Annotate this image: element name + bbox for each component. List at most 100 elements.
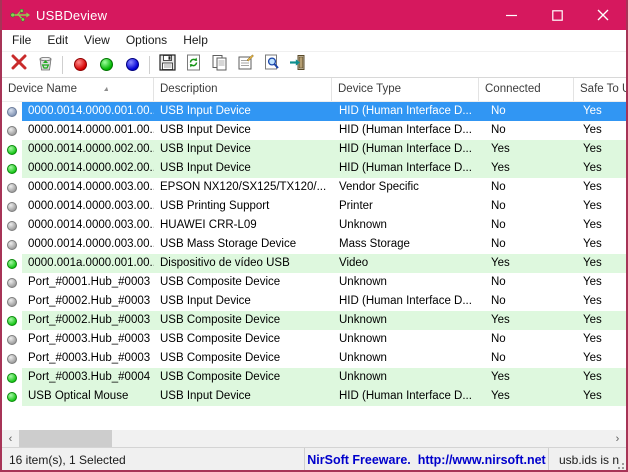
- cell-description[interactable]: USB Input Device: [154, 159, 332, 178]
- horizontal-scrollbar[interactable]: ‹ ›: [2, 430, 626, 447]
- cell-connected[interactable]: No: [479, 349, 574, 368]
- cell-device-type[interactable]: HID (Human Interface D...: [332, 121, 479, 140]
- column-header-description[interactable]: Description: [154, 78, 332, 101]
- cell-safe-to-unplug[interactable]: Yes: [574, 254, 626, 273]
- resize-grip[interactable]: [615, 460, 624, 469]
- cell-description[interactable]: USB Composite Device: [154, 330, 332, 349]
- cell-safe-to-unplug[interactable]: Yes: [574, 235, 626, 254]
- cell-device-name[interactable]: 0000.0014.0000.003.00...: [22, 235, 154, 254]
- cell-device-type[interactable]: Vendor Specific: [332, 178, 479, 197]
- cell-device-name[interactable]: Port_#0002.Hub_#0003: [22, 311, 154, 330]
- cell-description[interactable]: USB Input Device: [154, 102, 332, 121]
- red-ball-button[interactable]: [67, 53, 93, 77]
- cell-safe-to-unplug[interactable]: Yes: [574, 140, 626, 159]
- cell-description[interactable]: USB Input Device: [154, 387, 332, 406]
- cell-description[interactable]: USB Composite Device: [154, 368, 332, 387]
- cell-device-type[interactable]: HID (Human Interface D...: [332, 159, 479, 178]
- table-row[interactable]: 0000.0014.0000.002.00... USB Input Devic…: [2, 140, 626, 159]
- cell-device-name[interactable]: Port_#0001.Hub_#0003: [22, 273, 154, 292]
- scroll-left-arrow-icon[interactable]: ‹: [2, 430, 19, 447]
- table-row[interactable]: USB Optical Mouse USB Input Device HID (…: [2, 387, 626, 406]
- find-button[interactable]: [258, 53, 284, 77]
- cell-device-type[interactable]: HID (Human Interface D...: [332, 140, 479, 159]
- table-row[interactable]: Port_#0002.Hub_#0003 USB Input Device HI…: [2, 292, 626, 311]
- menu-help[interactable]: Help: [175, 30, 216, 51]
- cell-device-type[interactable]: HID (Human Interface D...: [332, 387, 479, 406]
- cell-device-type[interactable]: Unknown: [332, 368, 479, 387]
- exit-button[interactable]: [284, 53, 310, 77]
- green-ball-button[interactable]: [93, 53, 119, 77]
- cell-description[interactable]: EPSON NX120/SX125/TX120/...: [154, 178, 332, 197]
- cell-device-name[interactable]: 0000.001a.0000.001.00...: [22, 254, 154, 273]
- minimize-button[interactable]: [488, 0, 534, 30]
- table-row[interactable]: 0000.0014.0000.003.00... USB Mass Storag…: [2, 235, 626, 254]
- menu-options[interactable]: Options: [118, 30, 175, 51]
- cell-connected[interactable]: No: [479, 102, 574, 121]
- cell-safe-to-unplug[interactable]: Yes: [574, 121, 626, 140]
- cell-connected[interactable]: No: [479, 121, 574, 140]
- column-header-connected[interactable]: Connected: [479, 78, 574, 101]
- cell-safe-to-unplug[interactable]: Yes: [574, 349, 626, 368]
- table-row[interactable]: Port_#0003.Hub_#0003 USB Composite Devic…: [2, 330, 626, 349]
- cell-device-name[interactable]: Port_#0002.Hub_#0003: [22, 292, 154, 311]
- cell-connected[interactable]: No: [479, 330, 574, 349]
- cell-safe-to-unplug[interactable]: Yes: [574, 102, 626, 121]
- cell-device-name[interactable]: 0000.0014.0000.001.00...: [22, 121, 154, 140]
- cell-safe-to-unplug[interactable]: Yes: [574, 159, 626, 178]
- cell-device-name[interactable]: Port_#0003.Hub_#0004: [22, 368, 154, 387]
- cell-description[interactable]: USB Input Device: [154, 121, 332, 140]
- cell-device-type[interactable]: Unknown: [332, 216, 479, 235]
- table-row[interactable]: Port_#0003.Hub_#0004 USB Composite Devic…: [2, 368, 626, 387]
- cell-description[interactable]: USB Composite Device: [154, 273, 332, 292]
- table-row[interactable]: 0000.0014.0000.001.00... USB Input Devic…: [2, 102, 626, 121]
- menu-edit[interactable]: Edit: [39, 30, 76, 51]
- scroll-right-arrow-icon[interactable]: ›: [609, 430, 626, 447]
- cell-device-name[interactable]: 0000.0014.0000.003.00...: [22, 178, 154, 197]
- scrollbar-thumb[interactable]: [19, 430, 112, 447]
- disconnect-device-button[interactable]: [6, 53, 32, 77]
- column-header-safe-to-unplug[interactable]: Safe To Unplug: [574, 78, 626, 101]
- cell-description[interactable]: USB Mass Storage Device: [154, 235, 332, 254]
- cell-description[interactable]: USB Composite Device: [154, 311, 332, 330]
- refresh-button[interactable]: [180, 53, 206, 77]
- cell-description[interactable]: USB Composite Device: [154, 349, 332, 368]
- close-button[interactable]: [580, 0, 626, 30]
- save-button[interactable]: [154, 53, 180, 77]
- cell-device-name[interactable]: 0000.0014.0000.003.00...: [22, 197, 154, 216]
- cell-safe-to-unplug[interactable]: Yes: [574, 311, 626, 330]
- column-header-device-name[interactable]: Device Name ▲: [2, 78, 154, 101]
- cell-safe-to-unplug[interactable]: Yes: [574, 292, 626, 311]
- cell-description[interactable]: USB Input Device: [154, 140, 332, 159]
- cell-device-name[interactable]: 0000.0014.0000.002.00...: [22, 140, 154, 159]
- nirsoft-link[interactable]: NirSoft Freeware. http://www.nirsoft.net: [307, 453, 545, 467]
- cell-safe-to-unplug[interactable]: Yes: [574, 197, 626, 216]
- copy-button[interactable]: [206, 53, 232, 77]
- uninstall-device-button[interactable]: [32, 53, 58, 77]
- cell-device-name[interactable]: USB Optical Mouse: [22, 387, 154, 406]
- cell-connected[interactable]: Yes: [479, 254, 574, 273]
- column-header-device-type[interactable]: Device Type: [332, 78, 479, 101]
- table-row[interactable]: Port_#0001.Hub_#0003 USB Composite Devic…: [2, 273, 626, 292]
- cell-connected[interactable]: Yes: [479, 311, 574, 330]
- cell-connected[interactable]: No: [479, 178, 574, 197]
- table-row[interactable]: 0000.0014.0000.002.00... USB Input Devic…: [2, 159, 626, 178]
- cell-safe-to-unplug[interactable]: Yes: [574, 216, 626, 235]
- properties-button[interactable]: [232, 53, 258, 77]
- cell-device-name[interactable]: 0000.0014.0000.002.00...: [22, 159, 154, 178]
- table-row[interactable]: 0000.001a.0000.001.00... Dispositivo de …: [2, 254, 626, 273]
- cell-device-type[interactable]: Video: [332, 254, 479, 273]
- table-row[interactable]: Port_#0002.Hub_#0003 USB Composite Devic…: [2, 311, 626, 330]
- menu-view[interactable]: View: [76, 30, 118, 51]
- cell-connected[interactable]: No: [479, 273, 574, 292]
- cell-connected[interactable]: Yes: [479, 159, 574, 178]
- table-row[interactable]: 0000.0014.0000.001.00... USB Input Devic…: [2, 121, 626, 140]
- cell-device-type[interactable]: Mass Storage: [332, 235, 479, 254]
- cell-device-type[interactable]: HID (Human Interface D...: [332, 292, 479, 311]
- cell-connected[interactable]: Yes: [479, 368, 574, 387]
- table-row[interactable]: Port_#0003.Hub_#0003 USB Composite Devic…: [2, 349, 626, 368]
- table-row[interactable]: 0000.0014.0000.003.00... EPSON NX120/SX1…: [2, 178, 626, 197]
- cell-connected[interactable]: No: [479, 235, 574, 254]
- cell-device-name[interactable]: 0000.0014.0000.001.00...: [22, 102, 154, 121]
- cell-connected[interactable]: Yes: [479, 387, 574, 406]
- cell-device-type[interactable]: Unknown: [332, 349, 479, 368]
